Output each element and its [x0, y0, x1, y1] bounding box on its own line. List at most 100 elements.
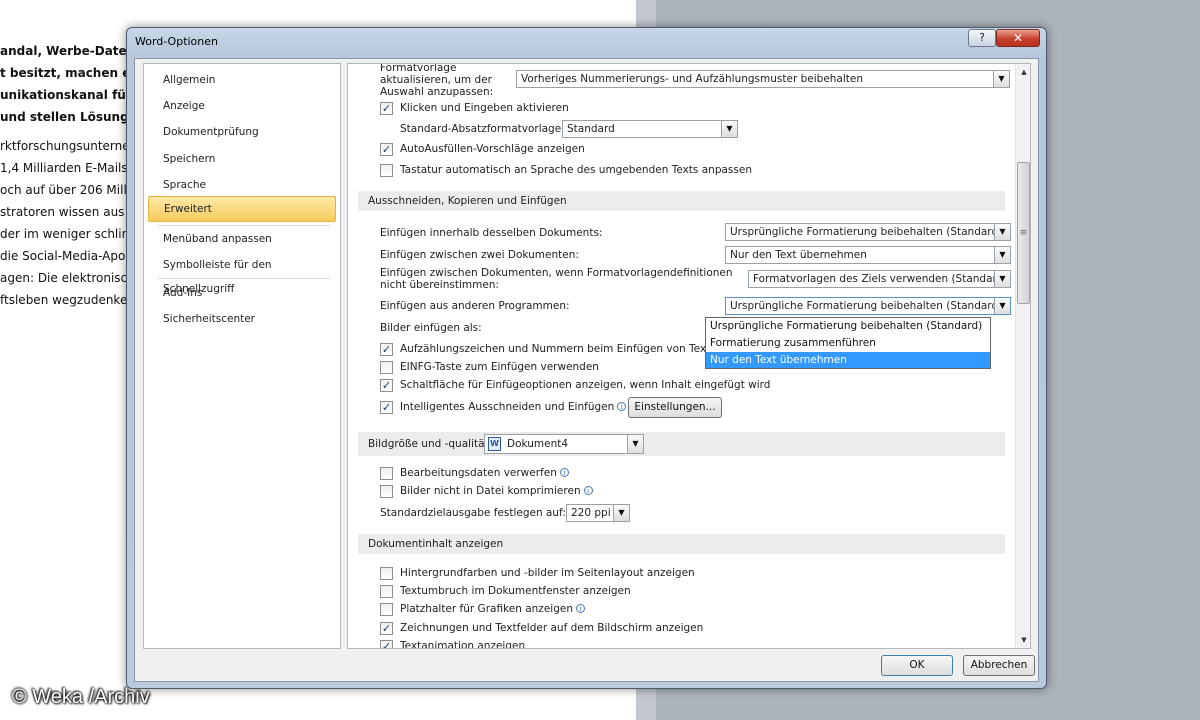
discard-editing-data-label: Bearbeitungsdaten verwerfen: [400, 467, 557, 479]
target-output-value: 220 ppi: [571, 507, 611, 519]
chevron-down-icon: ▼: [613, 505, 629, 521]
help-button[interactable]: ?: [968, 29, 996, 47]
bullets-numbers-label: Aufzählungszeichen und Nummern beim Einf…: [400, 343, 748, 355]
close-button[interactable]: ✕: [996, 29, 1040, 47]
nav-item-menueband-anpassen[interactable]: Menüband anpassen: [148, 227, 336, 251]
nav-item-dokumentpruefung[interactable]: Dokumentprüfung: [148, 120, 336, 144]
target-output-select[interactable]: 220 ppi ▼: [566, 504, 630, 522]
word-document-icon: W: [488, 437, 501, 451]
format-template-label-line3: Auswahl anzupassen:: [380, 86, 494, 98]
background-colors-checkbox[interactable]: [380, 567, 393, 580]
paste-other-programs-options: Ursprüngliche Formatierung beibehalten (…: [705, 317, 991, 369]
vertical-scrollbar[interactable]: ▲ ≡ ▼: [1015, 64, 1030, 648]
paste-style-conflict-value: Formatvorlagen des Ziels verwenden (Stan…: [753, 273, 1008, 285]
nav-separator: [158, 225, 330, 226]
options-navigation: Allgemein Anzeige Dokumentprüfung Speich…: [143, 63, 341, 649]
scroll-down-arrow-icon[interactable]: ▼: [1016, 632, 1030, 648]
scroll-up-arrow-icon[interactable]: ▲: [1016, 64, 1030, 80]
default-paragraph-style-select[interactable]: Standard ▼: [562, 120, 738, 138]
paste-same-document-label: Einfügen innerhalb desselben Dokuments:: [380, 227, 603, 239]
settings-button[interactable]: Einstellungen...: [628, 397, 722, 418]
no-compress-images-row: Bilder nicht in Datei komprimieren i: [400, 485, 593, 497]
text-wrapping-checkbox[interactable]: [380, 585, 393, 598]
click-and-type-label: Klicken und Eingeben aktivieren: [400, 102, 569, 114]
text-animation-checkbox[interactable]: ✓: [380, 640, 393, 648]
autocomplete-checkbox[interactable]: ✓: [380, 143, 393, 156]
keyboard-switch-checkbox[interactable]: [380, 164, 393, 177]
drawings-textboxes-checkbox[interactable]: ✓: [380, 622, 393, 635]
format-template-value: Vorheriges Nummerierungs- und Aufzählung…: [521, 73, 864, 85]
paste-other-programs-label: Einfügen aus anderen Programmen:: [380, 300, 570, 312]
format-template-label-line2: aktualisieren, um der: [380, 74, 492, 86]
scrollbar-thumb[interactable]: ≡: [1017, 162, 1030, 304]
chevron-down-icon: ▼: [627, 435, 643, 453]
dropdown-option[interactable]: Ursprüngliche Formatierung beibehalten (…: [706, 318, 990, 334]
nav-item-anzeige[interactable]: Anzeige: [148, 94, 336, 118]
nav-item-schnellzugriff[interactable]: Symbolleiste für den Schnellzugriff: [148, 253, 336, 295]
chevron-down-icon: ▼: [994, 224, 1010, 240]
dropdown-option-selected[interactable]: Nur den Text übernehmen: [706, 352, 990, 368]
discard-editing-data-checkbox[interactable]: [380, 467, 393, 480]
insert-key-label: EINFG-Taste zum Einfügen verwenden: [400, 361, 599, 373]
paste-options-button-checkbox[interactable]: ✓: [380, 379, 393, 392]
paste-options-button-label: Schaltfläche für Einfügeoptionen anzeige…: [400, 379, 771, 391]
image-quality-document-value: Dokument4: [507, 438, 569, 450]
paste-same-document-value: Ursprüngliche Formatierung beibehalten (…: [730, 226, 1003, 238]
dropdown-option[interactable]: Formatierung zusammenführen: [706, 335, 990, 351]
paste-other-programs-select[interactable]: Ursprüngliche Formatierung beibehalten (…: [725, 297, 1011, 315]
nav-item-add-ins[interactable]: Add-Ins: [148, 281, 336, 305]
nav-item-speichern[interactable]: Speichern: [148, 147, 336, 171]
document-line: agen: Die elektronisch: [0, 271, 135, 285]
paste-between-documents-value: Nur den Text übernehmen: [730, 249, 867, 261]
discard-editing-data-row: Bearbeitungsdaten verwerfen i: [400, 467, 569, 479]
paste-between-documents-select[interactable]: Nur den Text übernehmen ▼: [725, 246, 1011, 264]
keyboard-switch-label: Tastatur automatisch an Sprache des umge…: [400, 164, 752, 176]
default-paragraph-style-label: Standard-Absatzformatvorlage:: [400, 123, 565, 135]
image-quality-header-text: Bildgröße und -qualität: [368, 438, 489, 450]
background-colors-label: Hintergrundfarben und -bilder im Seitenl…: [400, 567, 695, 579]
click-and-type-checkbox[interactable]: ✓: [380, 102, 393, 115]
nav-item-allgemein[interactable]: Allgemein: [148, 68, 336, 92]
cancel-button[interactable]: Abbrechen: [963, 655, 1035, 676]
bullets-numbers-checkbox[interactable]: ✓: [380, 343, 393, 356]
picture-placeholders-row: Platzhalter für Grafiken anzeigen i: [400, 603, 585, 615]
format-template-select[interactable]: Vorheriges Nummerierungs- und Aufzählung…: [516, 70, 1010, 88]
smart-cut-paste-row: Intelligentes Ausschneiden und Einfügen i: [400, 401, 627, 413]
document-line: die Social-Media-Apo: [0, 249, 126, 263]
nav-item-sicherheitscenter[interactable]: Sicherheitscenter: [148, 307, 336, 331]
autocomplete-label: AutoAusfüllen-Vorschläge anzeigen: [400, 143, 585, 155]
smart-cut-paste-checkbox[interactable]: ✓: [380, 401, 393, 414]
paste-style-conflict-select[interactable]: Formatvorlagen des Ziels verwenden (Stan…: [748, 270, 1011, 288]
chevron-down-icon: ▼: [994, 298, 1010, 314]
document-line: andal, Werbe-Datenh: [0, 44, 144, 58]
document-line: und stellen Lösungen: [0, 110, 146, 124]
no-compress-images-checkbox[interactable]: [380, 485, 393, 498]
chevron-down-icon: ▼: [994, 247, 1010, 263]
ok-button[interactable]: OK: [881, 655, 953, 676]
options-panel: Formatvorlage aktualisieren, um der Ausw…: [347, 63, 1031, 649]
picture-placeholders-checkbox[interactable]: [380, 603, 393, 616]
insert-key-checkbox[interactable]: [380, 361, 393, 374]
paste-style-conflict-label-line1: Einfügen zwischen Dokumenten, wenn Forma…: [380, 267, 733, 279]
paste-other-programs-value: Ursprüngliche Formatierung beibehalten (…: [730, 300, 1003, 312]
dialog-client-area: Allgemein Anzeige Dokumentprüfung Speich…: [134, 58, 1039, 682]
document-line: och auf über 206 Millia: [0, 183, 138, 197]
paste-same-document-select[interactable]: Ursprüngliche Formatierung beibehalten (…: [725, 223, 1011, 241]
nav-item-erweitert[interactable]: Erweitert: [148, 196, 336, 222]
format-template-label-line1: Formatvorlage: [380, 64, 457, 74]
picture-placeholders-label: Platzhalter für Grafiken anzeigen: [400, 603, 573, 615]
word-options-dialog: Word-Optionen ? ✕ Allgemein Anzeige Doku…: [126, 27, 1047, 689]
smart-cut-paste-label: Intelligentes Ausschneiden und Einfügen: [400, 401, 615, 413]
info-icon: i: [617, 402, 627, 411]
document-line: stratoren wissen aus e: [0, 205, 136, 219]
info-icon: i: [559, 468, 569, 477]
document-line: rktforschungsunterne: [0, 139, 130, 153]
chevron-down-icon: ▼: [994, 271, 1010, 287]
no-compress-images-label: Bilder nicht in Datei komprimieren: [400, 485, 581, 497]
nav-item-sprache[interactable]: Sprache: [148, 173, 336, 197]
image-quality-document-select[interactable]: W Dokument4 ▼: [484, 434, 644, 454]
options-scroll-content: Formatvorlage aktualisieren, um der Ausw…: [348, 64, 1015, 648]
document-line: 1,4 Milliarden E-Mails: [0, 161, 128, 175]
chevron-down-icon: ▼: [721, 121, 737, 137]
document-line: ftsleben wegzudenken: [0, 293, 135, 307]
